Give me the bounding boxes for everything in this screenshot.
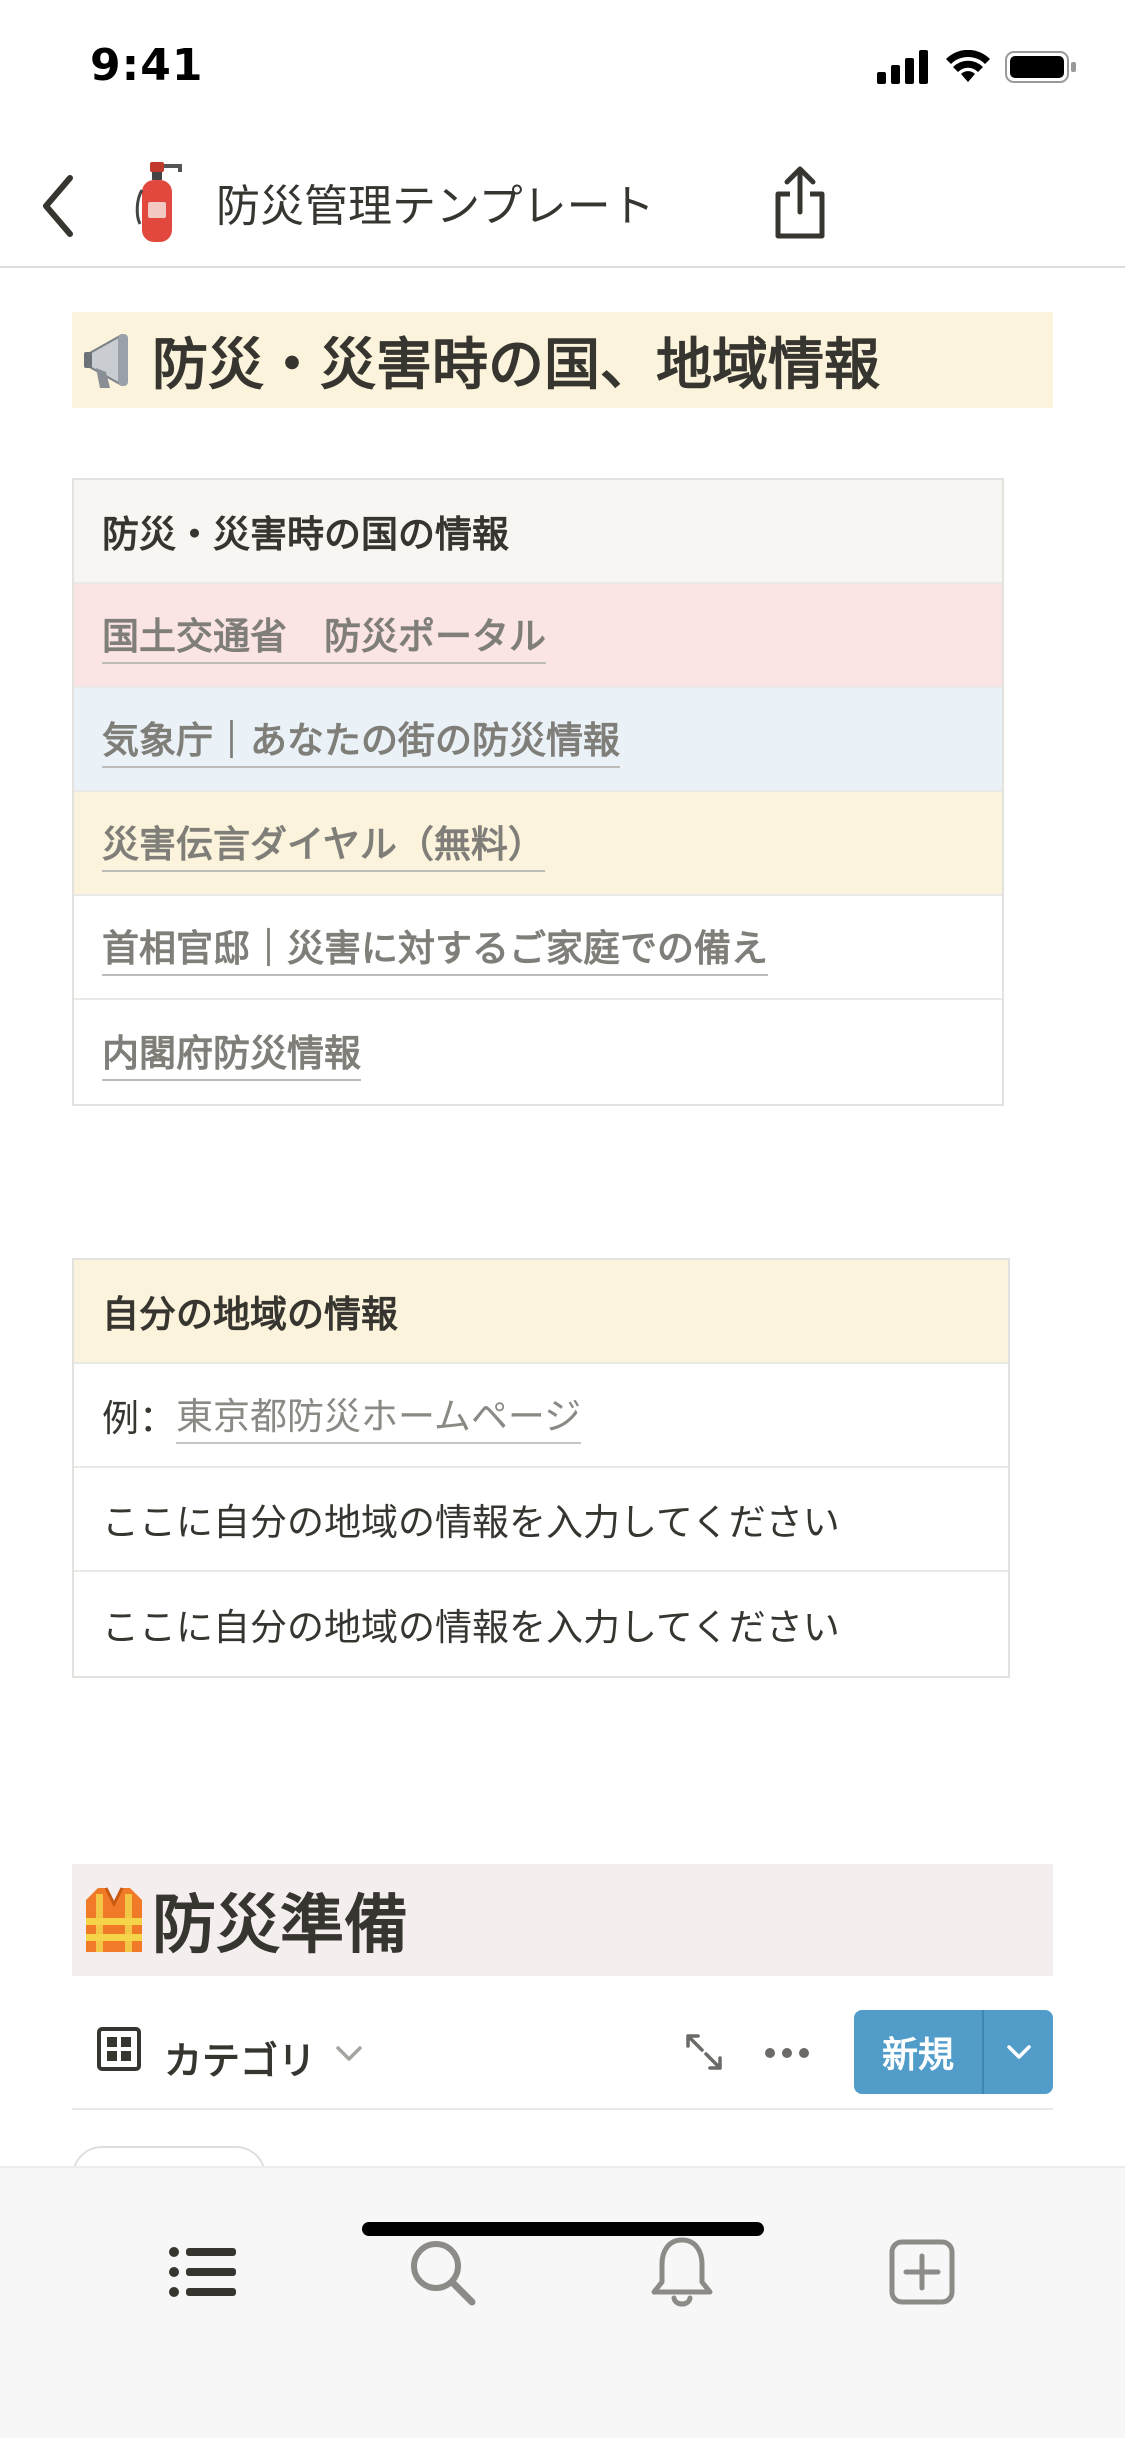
table-row[interactable]: ここに自分の地域の情報を入力してください: [74, 1572, 1008, 1676]
board-view-icon[interactable]: [96, 2026, 142, 2072]
national-info-table: 防災・災害時の国の情報 国土交通省 防災ポータル 気象庁｜あなたの街の防災情報 …: [72, 478, 1004, 1106]
status-bar: 9:41: [0, 0, 1125, 140]
home-indicator: [362, 2222, 764, 2236]
table-header-label: 自分の地域の情報: [102, 1293, 398, 1336]
fire-extinguisher-icon: [135, 162, 182, 242]
table-row: 国土交通省 防災ポータル: [74, 584, 1002, 688]
section-heading-disaster-info: 防災・災害時の国、地域情報: [72, 312, 1053, 408]
link-tokyo-bousai[interactable]: 東京都防災ホームページ: [176, 1386, 582, 1444]
status-icons: [877, 50, 1077, 84]
expand-icon[interactable]: [684, 2032, 724, 2072]
new-button-label[interactable]: 新規: [854, 2010, 982, 2094]
table-row[interactable]: ここに自分の地域の情報を入力してください: [74, 1468, 1008, 1572]
share-icon[interactable]: [770, 164, 830, 240]
page-title: 防災管理テンプレート: [216, 181, 655, 232]
list-icon[interactable]: [162, 2232, 242, 2312]
status-time: 9:41: [90, 40, 204, 91]
add-page-icon[interactable]: [882, 2232, 962, 2312]
megaphone-icon: [84, 334, 128, 388]
link-cabinet-office-bousai[interactable]: 内閣府防災情報: [102, 1023, 361, 1081]
database-toolbar: カテゴリ 新規: [72, 2002, 1053, 2110]
new-button: 新規: [854, 2010, 1053, 2094]
table-header-label: 防災・災害時の国の情報: [102, 513, 509, 556]
bell-icon[interactable]: [642, 2232, 722, 2312]
chevron-down-icon[interactable]: [334, 2044, 364, 2064]
table-header: 自分の地域の情報: [74, 1260, 1008, 1364]
link-kantei-home-prep[interactable]: 首相官邸｜災害に対するご家庭での備え: [102, 918, 768, 976]
table-row: 気象庁｜あなたの街の防災情報: [74, 688, 1002, 792]
more-options-icon[interactable]: [764, 2046, 810, 2060]
battery-icon: [1005, 51, 1076, 83]
placeholder-text: ここに自分の地域の情報を入力してください: [102, 1501, 840, 1544]
table-row: 災害伝言ダイヤル（無料）: [74, 792, 1002, 896]
chevron-down-icon: [1006, 2045, 1031, 2059]
table-row: 例： 東京都防災ホームページ: [74, 1364, 1008, 1468]
safety-vest-icon: [86, 1887, 142, 1952]
section-heading-preparation: 防災準備: [72, 1864, 1053, 1976]
search-icon[interactable]: [402, 2232, 482, 2312]
nav-bar: 防災管理テンプレート: [0, 140, 1125, 268]
section-heading-text: 防災準備: [152, 1889, 408, 1963]
placeholder-text: ここに自分の地域の情報を入力してください: [102, 1606, 840, 1649]
back-icon[interactable]: [34, 166, 84, 246]
link-jma-local-info[interactable]: 気象庁｜あなたの街の防災情報: [102, 710, 620, 768]
table-row: 首相官邸｜災害に対するご家庭での備え: [74, 896, 1002, 1000]
local-info-table: 自分の地域の情報 例： 東京都防災ホームページ ここに自分の地域の情報を入力してく…: [72, 1258, 1010, 1678]
new-button-dropdown[interactable]: [984, 2010, 1053, 2094]
table-row: 内閣府防災情報: [74, 1000, 1002, 1104]
link-disaster-message-dial[interactable]: 災害伝言ダイヤル（無料）: [102, 814, 545, 872]
section-heading-text: 防災・災害時の国、地域情報: [152, 332, 880, 398]
example-prefix: 例：: [102, 1397, 176, 1440]
link-mlit-bousai-portal[interactable]: 国土交通省 防災ポータル: [102, 606, 546, 664]
view-selector[interactable]: カテゴリ: [164, 2030, 316, 2085]
bottom-tab-bar: [0, 2166, 1125, 2438]
wifi-icon: [946, 50, 990, 82]
table-header: 防災・災害時の国の情報: [74, 480, 1002, 584]
cellular-signal-icon: [877, 50, 928, 84]
